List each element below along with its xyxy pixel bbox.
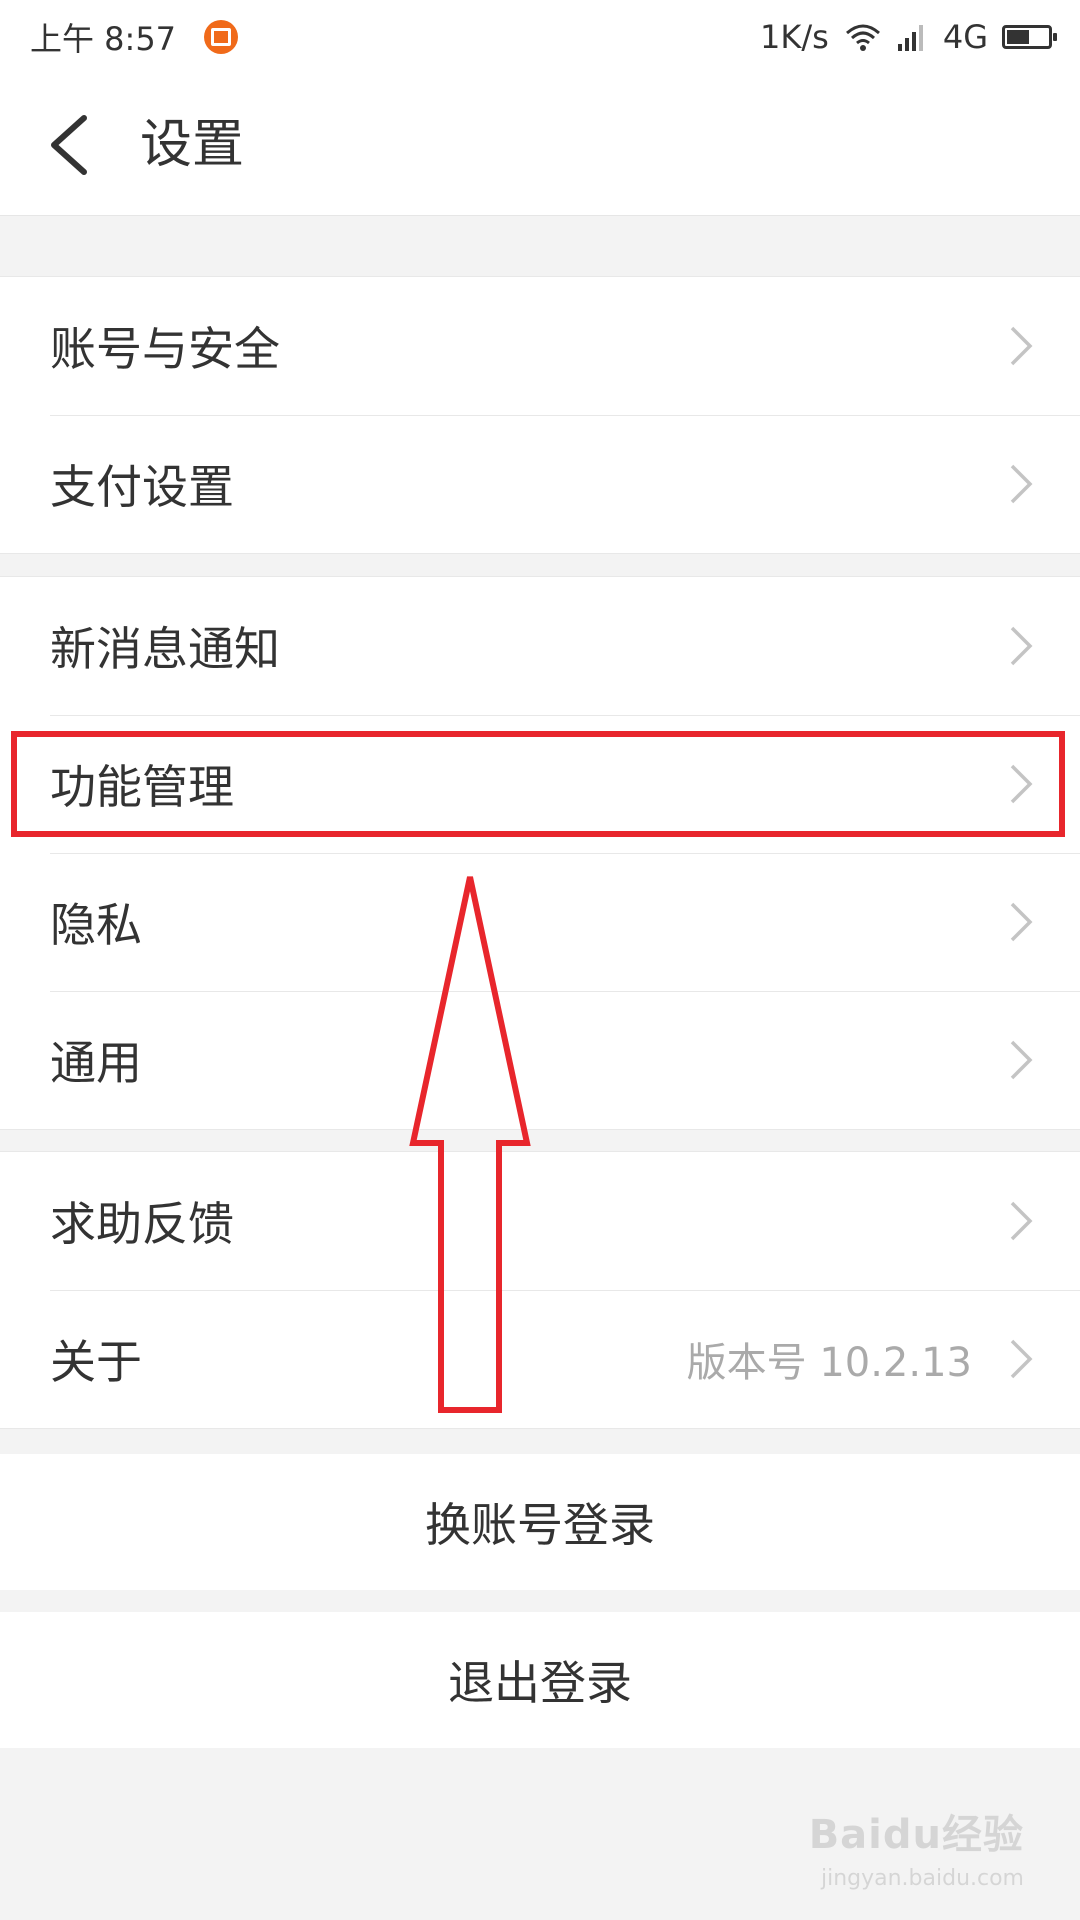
battery-fill	[1007, 30, 1029, 44]
settings-item-label: 关于	[50, 1335, 142, 1389]
watermark-url: jingyan.baidu.com	[820, 1866, 1024, 1891]
chevron-right-icon	[1010, 1201, 1033, 1241]
settings-group-features: 新消息通知 功能管理 隐私 通用	[0, 576, 1080, 1130]
settings-item-label: 支付设置	[50, 460, 234, 514]
settings-item-feature-management[interactable]: 功能管理	[0, 715, 1080, 853]
watermark: Baidu经验 jingyan.baidu.com	[794, 1802, 1024, 1891]
title-bar: 设置	[0, 74, 1080, 216]
chevron-right-icon	[1010, 902, 1033, 942]
settings-item-label: 账号与安全	[50, 322, 280, 376]
settings-item-label: 新消息通知	[50, 622, 280, 676]
settings-item-feedback[interactable]: 求助反馈	[0, 1152, 1080, 1290]
chevron-left-icon[interactable]	[44, 112, 94, 178]
version-value: 版本号 10.2.13	[686, 1340, 972, 1386]
settings-group-account: 账号与安全 支付设置	[0, 276, 1080, 554]
status-left: 上午 8:57	[30, 14, 239, 60]
settings-item-notifications[interactable]: 新消息通知	[0, 577, 1080, 715]
network-type: 4G	[942, 18, 988, 56]
settings-item-privacy[interactable]: 隐私	[0, 853, 1080, 991]
settings-item-label: 求助反馈	[50, 1197, 234, 1251]
network-speed: 1K/s	[760, 18, 829, 56]
settings-item-general[interactable]: 通用	[0, 991, 1080, 1129]
settings-item-label: 功能管理	[50, 760, 234, 814]
watermark-logo: Baidu经验	[808, 1812, 1024, 1858]
chevron-right-icon	[1010, 1040, 1033, 1080]
chevron-right-icon	[1010, 1339, 1033, 1379]
status-bar: 上午 8:57 1K/s 4G	[0, 0, 1080, 74]
status-right: 1K/s 4G	[760, 18, 1057, 56]
notification-icon	[204, 20, 239, 54]
settings-item-label: 通用	[50, 1036, 142, 1090]
chevron-right-icon	[1010, 764, 1033, 804]
page-title: 设置	[140, 115, 245, 175]
settings-item-payment[interactable]: 支付设置	[0, 415, 1080, 553]
status-time: 上午 8:57	[30, 20, 177, 58]
settings-item-account-security[interactable]: 账号与安全	[0, 277, 1080, 415]
switch-account-button[interactable]: 换账号登录	[0, 1454, 1080, 1590]
battery-icon	[1002, 25, 1057, 49]
wifi-icon	[845, 24, 880, 51]
chevron-right-icon	[1010, 626, 1033, 666]
logout-button[interactable]: 退出登录	[0, 1612, 1080, 1748]
settings-group-help: 求助反馈 关于 版本号 10.2.13	[0, 1151, 1080, 1429]
chevron-right-icon	[1010, 464, 1033, 504]
chevron-right-icon	[1010, 326, 1033, 366]
settings-item-label: 隐私	[50, 898, 142, 952]
settings-screen: 上午 8:57 1K/s 4G 设置 账号与安全 支付设置 新消息通知 功能管理…	[0, 0, 1080, 1920]
settings-item-about[interactable]: 关于 版本号 10.2.13	[0, 1290, 1080, 1428]
signal-icon	[897, 25, 923, 51]
